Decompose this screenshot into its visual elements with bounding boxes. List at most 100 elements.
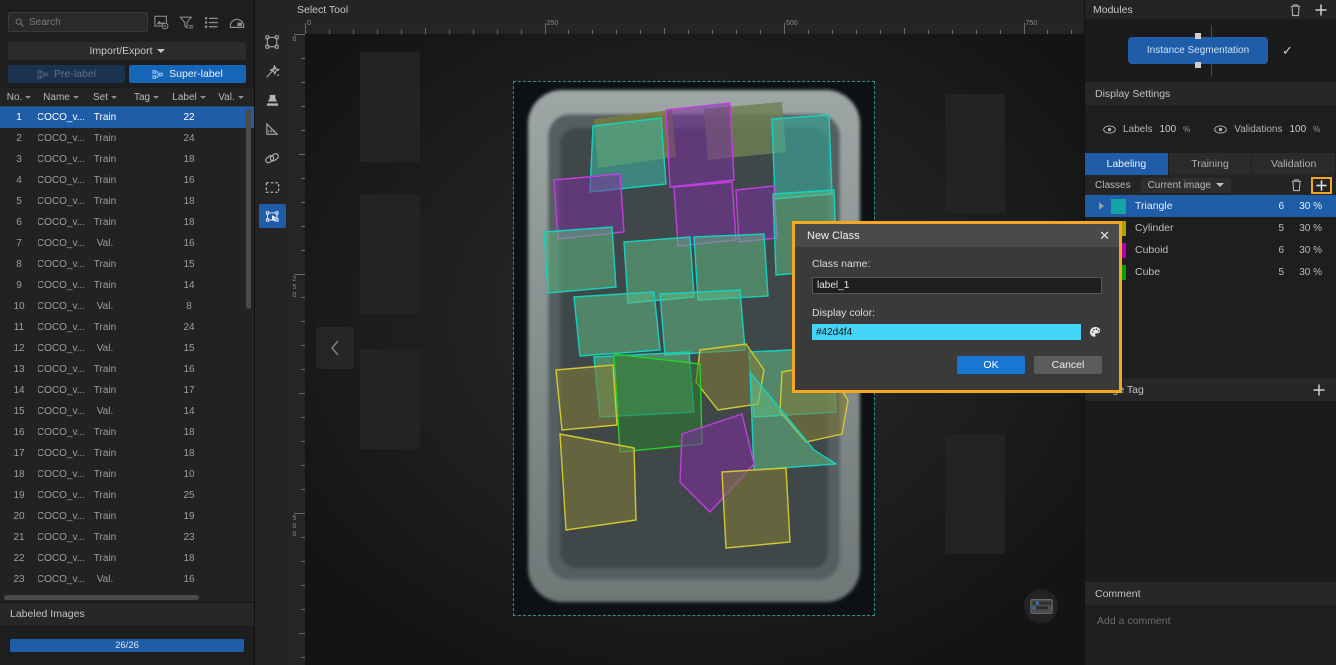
table-row[interactable]: 17 COCO_v... Train 18 [0,443,254,464]
tab-labeling[interactable]: Labeling [1085,153,1169,175]
cancel-button[interactable]: Cancel [1034,356,1102,374]
table-row[interactable]: 22 COCO_v... Train 18 [0,548,254,569]
add-class-button[interactable] [1311,176,1332,194]
expand-arrow-icon[interactable] [1099,202,1104,210]
column-header-no[interactable]: No. [0,92,38,103]
trash-icon[interactable] [1290,178,1303,192]
table-row[interactable]: 13 COCO_v... Train 16 [0,359,254,380]
display-settings-row: Labels 100 % Validations 100 % [1085,105,1336,153]
chevron-left-icon [330,340,339,356]
tab-validation[interactable]: Validation [1252,153,1336,175]
table-row[interactable]: 18 COCO_v... Train 10 [0,464,254,485]
table-row[interactable]: 2 COCO_v... Train 24 [0,128,254,149]
table-row[interactable]: 15 COCO_v... Val. 14 [0,401,254,422]
table-row[interactable]: 11 COCO_v... Train 24 [0,317,254,338]
classes-scope-dropdown[interactable]: Current image [1140,177,1231,193]
table-row[interactable]: 9 COCO_v... Train 14 [0,275,254,296]
plus-icon[interactable] [1314,3,1328,17]
modules-title: Modules [1093,3,1133,16]
table-row[interactable]: 1 COCO_v... Train 22 [0,107,254,128]
marquee-tool-button[interactable] [259,175,286,199]
node-handle-top[interactable] [1195,33,1202,39]
comment-input[interactable]: Add a comment [1085,605,1336,665]
table-row[interactable]: 5 COCO_v... Train 18 [0,191,254,212]
ruler-label: 750 [1025,20,1038,27]
import-export-button[interactable]: Import/Export [8,42,246,60]
keyboard-shortcuts-button[interactable] [1024,589,1058,623]
chevron-down-icon [72,95,79,99]
table-row[interactable]: 6 COCO_v... Train 18 [0,212,254,233]
display-color-input[interactable] [812,324,1081,340]
search-input[interactable] [29,16,141,28]
plus-icon[interactable] [1312,383,1326,397]
table-row[interactable]: 21 COCO_v... Train 23 [0,527,254,548]
table-row[interactable]: 7 COCO_v... Val. 16 [0,233,254,254]
table-horizontal-scrollbar[interactable] [4,595,199,600]
table-row[interactable]: 16 COCO_v... Train 18 [0,422,254,443]
column-header-val[interactable]: Val. [211,92,251,103]
layout-icon[interactable] [229,15,245,30]
palette-icon[interactable] [1089,326,1102,339]
table-cell-name: COCO_v... [38,154,84,165]
chevron-down-icon [111,95,117,99]
previous-image-button[interactable] [316,327,354,369]
table-cell-no: 6 [16,217,22,228]
stamp-tool-button[interactable] [259,88,286,112]
comment-placeholder: Add a comment [1097,615,1171,627]
eraser-tool-button[interactable] [259,146,286,170]
class-name-input[interactable] [812,277,1102,294]
table-row[interactable]: 4 COCO_v... Train 16 [0,170,254,191]
ok-button[interactable]: OK [957,356,1025,374]
class-row[interactable]: Cube 5 30 % [1085,261,1336,283]
class-name: Triangle [1135,200,1173,212]
table-cell-label: 23 [183,532,195,543]
display-validations-value: 100 [1289,123,1307,135]
list-icon[interactable] [204,15,220,30]
magic-wand-tool-button[interactable] [259,59,286,83]
table-row[interactable]: 14 COCO_v... Train 17 [0,380,254,401]
eye-icon[interactable] [1214,125,1228,134]
column-header-name[interactable]: Name [38,92,84,103]
vertical-ruler[interactable]: 0250500 [289,34,305,665]
super-label-button[interactable]: Super-label [129,65,246,83]
ruler-tool-button[interactable] [259,117,286,141]
table-row[interactable]: 12 COCO_v... Val. 15 [0,338,254,359]
ruler-label: 0 [292,523,297,530]
table-row[interactable]: 23 COCO_v... Val. 16 [0,569,254,590]
horizontal-ruler[interactable]: 02505007501000 [305,19,1336,34]
table-row[interactable]: 20 COCO_v... Train 19 [0,506,254,527]
display-validations-control[interactable]: Validations 100 % [1214,124,1320,135]
table-cell-label: 25 [183,490,195,501]
pre-label-icon [37,69,48,79]
module-connector-top [1210,25,1212,37]
column-header-set[interactable]: Set [84,92,126,103]
modules-canvas[interactable]: Instance Segmentation ✓ [1085,19,1336,82]
select-tool-button[interactable] [258,204,286,228]
node-handle-bottom[interactable] [1195,62,1202,68]
polygon-tool-button[interactable] [259,30,286,54]
table-vertical-scrollbar[interactable] [246,109,251,309]
check-icon[interactable]: ✓ [1282,43,1293,59]
column-header-label[interactable]: Label [167,92,211,103]
table-row[interactable]: 3 COCO_v... Train 18 [0,149,254,170]
class-color-swatch[interactable] [1111,198,1126,214]
table-row[interactable]: 10 COCO_v... Val. 8 [0,296,254,317]
module-node-instance-segmentation[interactable]: Instance Segmentation [1128,33,1269,68]
class-row[interactable]: Cylinder 5 30 % [1085,217,1336,239]
table-cell-label: 16 [183,574,195,585]
close-icon[interactable]: ✕ [1099,229,1110,242]
filter-icon[interactable] [179,15,195,30]
trash-icon[interactable] [1289,3,1302,17]
column-header-tag[interactable]: Tag [126,92,167,103]
image-settings-icon[interactable] [154,15,170,30]
search-box[interactable] [8,12,148,32]
class-row[interactable]: Triangle 6 30 % [1085,195,1336,217]
display-labels-control[interactable]: Labels 100 % [1103,124,1190,135]
class-row[interactable]: Cuboid 6 30 % [1085,239,1336,261]
tab-training[interactable]: Training [1168,153,1253,175]
table-row[interactable]: 19 COCO_v... Train 25 [0,485,254,506]
table-row[interactable]: 8 COCO_v... Train 15 [0,254,254,275]
image-tag-body[interactable] [1085,401,1336,582]
pre-label-button[interactable]: Pre-label [8,65,125,83]
eye-icon[interactable] [1103,125,1116,134]
